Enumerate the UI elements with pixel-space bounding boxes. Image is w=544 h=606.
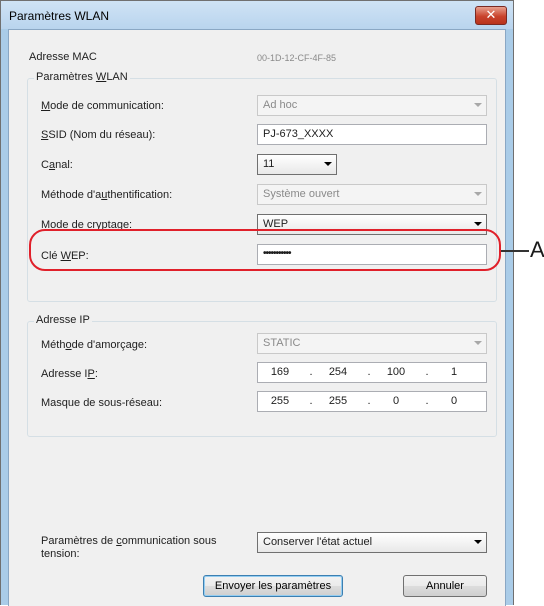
ip-group-title: Adresse IP [34, 314, 92, 326]
ip-dot: . [367, 395, 371, 407]
chevron-down-icon [324, 162, 332, 166]
ip-dot: . [309, 366, 313, 378]
mode-label: Mode de communication: [41, 100, 164, 112]
mode-select[interactable]: Ad hoc [257, 95, 487, 116]
window-title: Paramètres WLAN [9, 9, 110, 23]
ip-dot: . [309, 395, 313, 407]
wlan-group-title: Paramètres WLAN [34, 71, 130, 83]
ip-octet-1: 169 [270, 366, 290, 378]
canal-select[interactable]: 11 [257, 154, 337, 175]
power-on-select[interactable]: Conserver l'état actuel [257, 532, 487, 553]
close-button[interactable]: ✕ [475, 6, 507, 25]
boot-value: STATIC [263, 337, 301, 349]
ip-label: Adresse IP: [41, 368, 98, 380]
send-settings-button[interactable]: Envoyer les paramètres [203, 575, 343, 597]
chevron-down-icon [474, 540, 482, 544]
ssid-input[interactable]: PJ-673_XXXX [257, 124, 487, 145]
callout-label-a: A [530, 237, 544, 262]
mask-octet-4: 0 [450, 395, 458, 407]
canal-label: Canal: [41, 159, 73, 171]
mask-label: Masque de sous-réseau: [41, 397, 163, 409]
power-on-label: Paramètres de communication sous tension… [41, 535, 217, 560]
auth-label: Méthode d'authentification: [41, 189, 173, 201]
auth-select[interactable]: Système ouvert [257, 184, 487, 205]
mode-value: Ad hoc [263, 99, 298, 111]
chevron-down-icon [474, 341, 482, 345]
mask-octet-3: 0 [392, 395, 400, 407]
boot-label: Méthode d'amorçage: [41, 339, 148, 351]
chevron-down-icon [474, 222, 482, 226]
mac-value: 00-1D-12-CF-4F-85 [257, 53, 337, 63]
auth-value: Système ouvert [263, 188, 340, 200]
callout-line [501, 250, 529, 252]
power-on-value: Conserver l'état actuel [263, 536, 373, 548]
ip-address-input[interactable]: 169 . 254 . 100 . 1 [257, 362, 487, 383]
ip-octet-4: 1 [450, 366, 458, 378]
ip-octet-3: 100 [386, 366, 406, 378]
canal-value: 11 [263, 158, 275, 170]
ip-octet-2: 254 [328, 366, 348, 378]
title-bar: Paramètres WLAN ✕ [1, 1, 513, 29]
boot-select[interactable]: STATIC [257, 333, 487, 354]
chevron-down-icon [474, 192, 482, 196]
dialog-content: Adresse MAC 00-1D-12-CF-4F-85 Paramètres… [8, 29, 506, 606]
cancel-button[interactable]: Annuler [403, 575, 487, 597]
ssid-label: SSID (Nom du réseau): [41, 129, 156, 141]
ip-dot: . [425, 366, 429, 378]
mac-label: Adresse MAC [29, 51, 97, 63]
subnet-mask-input[interactable]: 255 . 255 . 0 . 0 [257, 391, 487, 412]
mask-octet-2: 255 [328, 395, 348, 407]
mask-octet-1: 255 [270, 395, 290, 407]
chevron-down-icon [474, 103, 482, 107]
dialog-window: Paramètres WLAN ✕ Adresse MAC 00-1D-12-C… [0, 0, 514, 606]
ip-dot: . [425, 395, 429, 407]
wep-key-highlight [29, 229, 501, 271]
ip-dot: . [367, 366, 371, 378]
